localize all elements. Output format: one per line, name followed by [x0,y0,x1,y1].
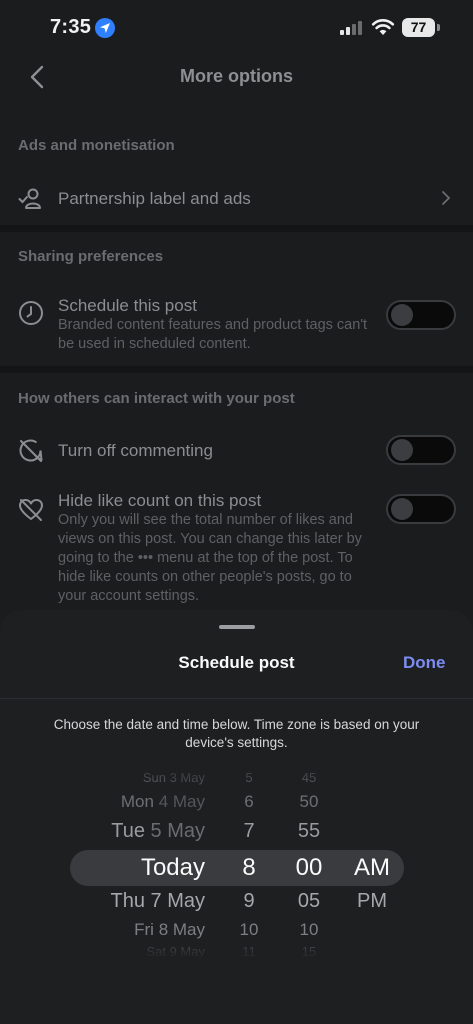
date-option[interactable]: Fri 8 May [134,920,205,940]
schedule-post-sheet: Schedule post Done Choose the date and t… [0,610,473,1024]
date-option[interactable]: Thu 7 May [111,890,206,913]
cellular-signal-icon [340,21,364,35]
date-time-picker[interactable]: Sun 3 May Mon 4 May Tue 5 May Today Thu … [0,760,473,960]
location-arrow-icon [95,18,115,38]
hour-option[interactable]: 6 [244,792,253,812]
date-option[interactable]: Sun 3 May [143,770,205,785]
hour-option[interactable]: 5 [245,770,252,785]
status-time: 7:35 [50,16,92,38]
clock-icon [19,301,43,325]
section-header-ads: Ads and monetisation [18,137,175,154]
ampm-option[interactable]: PM [357,890,387,913]
minute-option[interactable]: 10 [300,920,319,940]
nav-bar: More options [0,56,473,100]
hour-option[interactable]: 9 [243,890,254,913]
turn-off-commenting-label: Turn off commenting [58,441,213,460]
toggle-knob [391,439,413,461]
toggle-knob [391,304,413,326]
minute-option[interactable]: 45 [302,770,316,785]
date-option[interactable]: Mon 4 May [121,792,205,812]
section-header-sharing: Sharing preferences [18,248,164,265]
ampm-option-selected[interactable]: AM [354,854,390,882]
hide-like-count-toggle[interactable] [386,494,456,524]
date-option-selected[interactable]: Today [141,854,205,882]
sheet-divider [0,698,473,699]
battery-tip [437,24,440,31]
battery-indicator: 77 [402,18,435,37]
section-divider [0,225,473,232]
partnership-label: Partnership label and ads [58,189,251,208]
hour-option[interactable]: 7 [243,820,254,843]
done-button[interactable]: Done [403,653,446,673]
minute-option[interactable]: 15 [302,944,316,959]
hour-option[interactable]: 11 [242,944,256,959]
sheet-grabber[interactable] [219,625,255,629]
section-header-interact: How others can interact with your post [18,390,295,407]
minute-option[interactable]: 05 [298,890,320,913]
wifi-icon [371,19,395,35]
schedule-description: Choose the date and time below. Time zon… [53,717,420,750]
picker-fade-bottom [0,936,473,960]
date-option[interactable]: Tue 5 May [111,820,205,843]
section-divider [0,366,473,373]
picker-fade-top [0,760,473,784]
hide-like-count-subtitle: Only you will see the total number of li… [58,512,362,604]
schedule-post-subtitle: Branded content features and product tag… [58,317,368,352]
toggle-knob [391,498,413,520]
schedule-post-toggle[interactable] [386,300,456,330]
comment-off-icon [19,439,43,462]
chevron-right-icon [442,191,451,205]
date-option[interactable]: Sat 9 May [146,944,205,959]
minute-option[interactable]: 55 [298,820,320,843]
hour-option-selected[interactable]: 8 [242,854,255,882]
minute-option[interactable]: 50 [300,792,319,812]
hide-like-count-title: Hide like count on this post [58,491,262,510]
hour-option[interactable]: 10 [240,920,259,940]
status-bar: 7:35 77 [0,0,473,56]
schedule-post-title: Schedule this post [58,296,197,315]
heart-off-icon [19,499,43,521]
turn-off-commenting-toggle[interactable] [386,435,456,465]
page-title: More options [180,66,293,86]
person-check-icon [18,188,41,209]
minute-option-selected[interactable]: 00 [296,854,323,882]
